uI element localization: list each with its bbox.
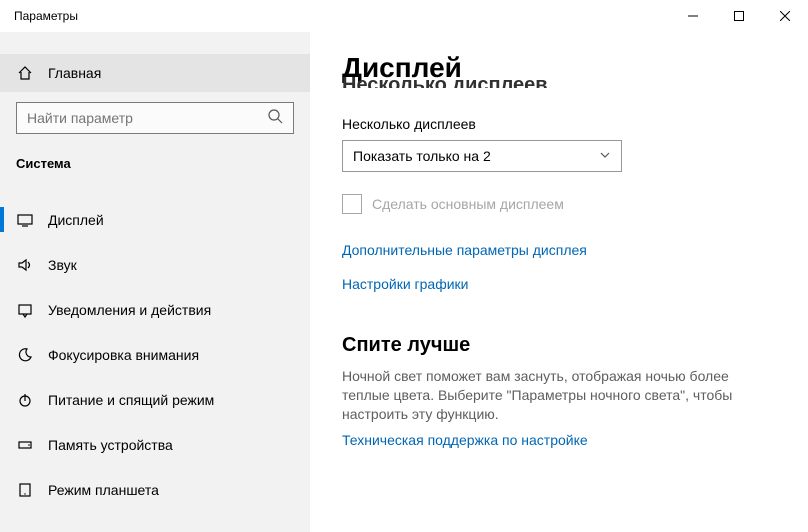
storage-icon — [16, 437, 34, 453]
section-label: Система — [0, 134, 310, 181]
search-input[interactable] — [16, 102, 294, 134]
display-icon — [16, 212, 34, 228]
sidebar-item-focus[interactable]: Фокусировка внимания — [0, 332, 310, 377]
sound-icon — [16, 257, 34, 273]
sidebar-item-label: Режим планшета — [48, 482, 159, 498]
home-icon — [16, 65, 34, 81]
search-icon — [267, 108, 283, 129]
sidebar-item-sound[interactable]: Звук — [0, 242, 310, 287]
sidebar-item-label: Дисплей — [48, 212, 104, 228]
sleep-better-header: Спите лучше — [342, 334, 776, 357]
notifications-icon — [16, 302, 34, 318]
advanced-display-link[interactable]: Дополнительные параметры дисплея — [342, 242, 776, 258]
sidebar: Главная Система Дисплей Звук — [0, 32, 310, 532]
display-mode-dropdown[interactable]: Показать только на 2 — [342, 140, 622, 172]
make-primary-checkbox: Сделать основным дисплеем — [342, 194, 776, 214]
sidebar-item-tablet[interactable]: Режим планшета — [0, 467, 310, 512]
multiple-displays-label: Несколько дисплеев — [342, 116, 776, 132]
close-button[interactable] — [762, 0, 808, 32]
sidebar-item-label: Уведомления и действия — [48, 302, 211, 318]
dropdown-value: Показать только на 2 — [353, 148, 491, 164]
tech-support-link[interactable]: Техническая поддержка по настройке — [342, 432, 776, 448]
window-title: Параметры — [14, 9, 78, 23]
sidebar-item-label: Звук — [48, 257, 77, 273]
maximize-button[interactable] — [716, 0, 762, 32]
tablet-icon — [16, 482, 34, 498]
checkbox-label: Сделать основным дисплеем — [372, 196, 564, 212]
home-nav[interactable]: Главная — [0, 54, 310, 92]
chevron-down-icon — [599, 148, 611, 164]
sidebar-item-power[interactable]: Питание и спящий режим — [0, 377, 310, 422]
graphics-settings-link[interactable]: Настройки графики — [342, 276, 776, 292]
minimize-button[interactable] — [670, 0, 716, 32]
sidebar-item-storage[interactable]: Память устройства — [0, 422, 310, 467]
main-content: Дисплей Несколько дисплеев Несколько дис… — [310, 32, 808, 532]
focus-icon — [16, 347, 34, 363]
sleep-better-body: Ночной свет поможет вам заснуть, отображ… — [342, 367, 776, 424]
truncated-header: Несколько дисплеев — [342, 74, 776, 88]
sidebar-item-label: Фокусировка внимания — [48, 347, 199, 363]
checkbox-box — [342, 194, 362, 214]
sidebar-item-display[interactable]: Дисплей — [0, 197, 310, 242]
sidebar-item-notifications[interactable]: Уведомления и действия — [0, 287, 310, 332]
search-field[interactable] — [27, 110, 267, 126]
home-label: Главная — [48, 65, 101, 81]
power-icon — [16, 392, 34, 408]
sidebar-item-label: Память устройства — [48, 437, 173, 453]
sidebar-item-label: Питание и спящий режим — [48, 392, 214, 408]
